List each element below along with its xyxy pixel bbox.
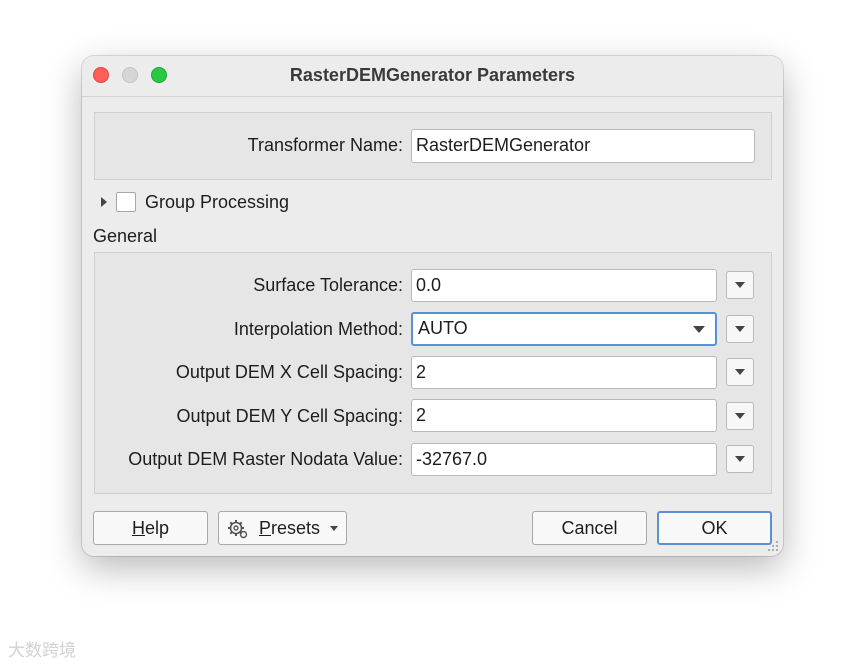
x-cell-spacing-input[interactable]: 2 [411,356,717,389]
resize-grip-icon[interactable] [767,540,779,552]
transformer-name-input[interactable]: RasterDEMGenerator [411,129,755,163]
nodata-value-label: Output DEM Raster Nodata Value: [128,449,403,469]
y-cell-spacing-label: Output DEM Y Cell Spacing: [176,406,403,426]
chevron-down-icon [330,526,338,531]
interpolation-method-label: Interpolation Method: [233,319,403,339]
help-button[interactable]: Help [93,511,208,545]
surface-tolerance-label: Surface Tolerance: [253,275,403,295]
title-bar[interactable]: RasterDEMGenerator Parameters [82,56,783,96]
presets-mnemonic: P [258,518,271,538]
group-processing-label[interactable]: Group Processing [145,192,289,213]
nodata-value-input[interactable]: -32767.0 [411,443,717,476]
interpolation-method-value: AUTO [418,318,468,338]
help-label: elp [144,518,170,538]
y-cell-spacing-input[interactable]: 2 [411,399,717,432]
surface-tolerance-input[interactable]: 0.0 [411,269,717,302]
interpolation-method-menu-button[interactable] [726,315,754,343]
presets-button[interactable]: Presets [218,511,347,545]
cancel-button[interactable]: Cancel [532,511,647,545]
help-mnemonic: H [131,518,145,538]
watermark: 大数跨境 [8,641,76,661]
ok-button[interactable]: OK [657,511,772,545]
y-cell-spacing-menu-button[interactable] [726,402,754,430]
nodata-value-menu-button[interactable] [726,445,754,473]
title-divider [82,96,783,97]
x-cell-spacing-menu-button[interactable] [726,358,754,386]
window-title: RasterDEMGenerator Parameters [289,65,576,85]
chevron-down-icon [693,326,705,333]
surface-tolerance-menu-button[interactable] [726,271,754,299]
general-section-heading: General [93,226,158,246]
transformer-name-label: Transformer Name: [247,135,403,155]
x-cell-spacing-label: Output DEM X Cell Spacing: [175,362,403,382]
presets-label: resets [270,518,321,538]
interpolation-method-select[interactable]: AUTO [411,312,717,346]
gear-icon [228,520,248,539]
group-processing-checkbox[interactable] [116,192,136,212]
expand-arrow-icon[interactable] [101,197,107,207]
parameters-dialog: RasterDEMGenerator Parameters Transforme… [82,56,783,556]
